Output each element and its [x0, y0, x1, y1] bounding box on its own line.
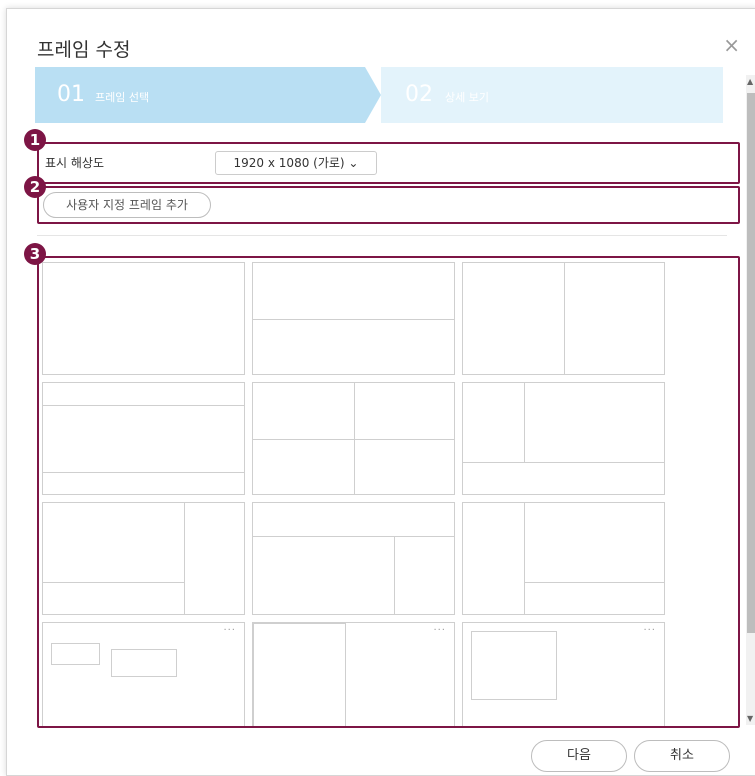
frame-layout-quad[interactable] — [252, 382, 455, 495]
annotation-badge-3: 3 — [24, 243, 46, 265]
dialog-title: 프레임 수정 — [37, 39, 131, 61]
divider — [37, 235, 727, 236]
add-custom-frame-button[interactable]: 사용자 지정 프레임 추가 — [43, 192, 211, 218]
next-button[interactable]: 다음 — [531, 740, 627, 772]
step-label: 프레임 선택 — [95, 91, 150, 104]
step-frame-select: 01 프레임 선택 — [35, 67, 365, 123]
resolution-dropdown[interactable]: 1920 x 1080 (가로) ⌄ — [215, 151, 377, 175]
step-indicator: 01 프레임 선택 02 상세 보기 — [35, 67, 723, 123]
step-label: 상세 보기 — [445, 91, 489, 104]
scroll-down-icon[interactable]: ▼ — [747, 714, 753, 723]
frame-layout-left-right[interactable] — [462, 262, 665, 375]
frame-layout-custom-2[interactable]: ··· — [252, 622, 455, 726]
step-number: 01 — [57, 82, 85, 107]
more-icon[interactable]: ··· — [643, 625, 656, 636]
step-detail-view: 02 상세 보기 — [381, 67, 723, 123]
frame-edit-dialog: 프레임 수정 × ▲ ▼ 01 프레임 선택 02 상세 보기 표시 해상도 1… — [6, 8, 755, 776]
custom-frame-row: 사용자 지정 프레임 추가 — [37, 186, 740, 224]
scrollbar[interactable]: ▲ ▼ — [746, 75, 755, 725]
more-icon[interactable]: ··· — [223, 625, 236, 636]
more-icon[interactable]: ··· — [433, 625, 446, 636]
close-icon[interactable]: × — [723, 35, 740, 55]
frame-layout-left-right-bottom[interactable] — [462, 382, 665, 495]
annotation-badge-1: 1 — [24, 129, 46, 151]
step-number: 02 — [405, 82, 433, 107]
frame-layout-top-main-side[interactable] — [252, 502, 455, 615]
resolution-label: 표시 해상도 — [45, 156, 105, 170]
frame-layout-three-rows[interactable] — [42, 382, 245, 495]
step-arrow — [365, 67, 381, 123]
frame-layout-top-bottom[interactable] — [252, 262, 455, 375]
frame-grid: ··· ··· ··· — [37, 256, 740, 728]
frame-layout-main-side-bottom[interactable] — [42, 502, 245, 615]
cancel-button[interactable]: 취소 — [634, 740, 730, 772]
annotation-badge-2: 2 — [24, 176, 46, 198]
frame-layout-full[interactable] — [42, 262, 245, 375]
scroll-up-icon[interactable]: ▲ — [747, 77, 753, 86]
frame-layout-custom-1[interactable]: ··· — [42, 622, 245, 726]
frame-layout-custom-3[interactable]: ··· — [462, 622, 665, 726]
frame-layout-side-main-split[interactable] — [462, 502, 665, 615]
resolution-row: 표시 해상도 1920 x 1080 (가로) ⌄ — [37, 142, 740, 184]
scroll-thumb[interactable] — [747, 93, 755, 633]
